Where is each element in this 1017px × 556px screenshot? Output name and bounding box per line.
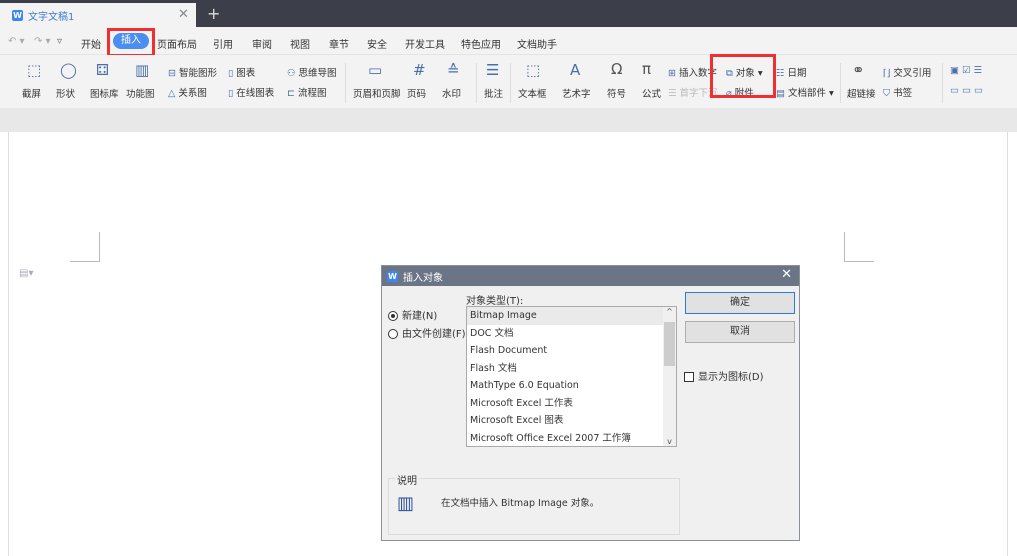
new-tab-icon[interactable]: + (207, 4, 220, 23)
close-tab-icon[interactable]: ✕ (178, 7, 189, 22)
radio-new[interactable]: 新建(N) (388, 307, 437, 322)
comment-icon: ☰ (486, 61, 500, 79)
dialog-title: 插入对象 (403, 272, 443, 284)
radio-from-file[interactable]: 由文件创建(F) (388, 325, 466, 340)
menu-special[interactable]: 特色应用 (461, 36, 501, 51)
list-item[interactable]: DOC 文档 (467, 325, 663, 343)
wordart-icon: A (570, 61, 581, 79)
function-chart-icon: ▥ (135, 61, 150, 79)
page-corner-right (844, 232, 874, 262)
paragraph-icon[interactable]: ▤▾ (19, 268, 33, 279)
screenshot-button[interactable]: 截屏 (22, 86, 41, 100)
hyperlink-icon: ⚭ (852, 61, 865, 79)
header-footer-icon: ▭ (368, 61, 383, 79)
list-item[interactable]: Microsoft Office Excel 2007 工作簿 (467, 430, 663, 447)
list-item[interactable]: Flash 文档 (467, 360, 663, 378)
icon-lib-button[interactable]: 图标库 (90, 86, 119, 100)
online-chart-button[interactable]: ▯ 在线图表 (228, 85, 274, 99)
object-type-label: 对象类型(T): (466, 296, 524, 307)
menu-view[interactable]: 视图 (290, 36, 310, 51)
list-item[interactable]: Microsoft Excel 图表 (467, 412, 663, 430)
description-title: 说明 (395, 472, 419, 487)
insert-object-dialog: W 插入对象 ✕ 新建(N) 由文件创建(F) 对象类型(T): Bitmap I… (381, 265, 800, 541)
list-item[interactable]: MathType 6.0 Equation (467, 377, 663, 395)
screenshot-icon: ⬚ (27, 61, 42, 79)
mindmap-button[interactable]: ⚇ 思维导图 (287, 65, 337, 79)
cross-ref-button[interactable]: ⌈⌋ 交叉引用 (883, 65, 931, 79)
watermark-icon: ≙ (447, 61, 460, 79)
menu-security[interactable]: 安全 (367, 36, 387, 51)
ok-button[interactable]: 确定 (685, 292, 795, 314)
highlight-box-insert (107, 28, 155, 57)
watermark-button[interactable]: 水印 (442, 86, 461, 100)
wordart-button[interactable]: 艺术字 (562, 86, 591, 100)
page-number-icon: # (413, 61, 426, 79)
quick-access-dropdown-icon[interactable]: ▿ (57, 36, 62, 47)
menu-reference[interactable]: 引用 (213, 36, 233, 51)
tab-bar: W 文字文稿1 ✕ + (0, 0, 1017, 27)
doc-tab-title: 文字文稿1 (28, 11, 75, 23)
form-controls-icon[interactable]: ▣ ☑ ☰ (950, 65, 982, 76)
dialog-titlebar: W 插入对象 ✕ (382, 266, 799, 286)
chart-button[interactable]: ▯ 图表 (228, 65, 255, 79)
hyperlink-button[interactable]: 超链接 (847, 86, 876, 100)
header-footer-button[interactable]: 页眉和页脚 (353, 86, 401, 100)
list-scrollbar[interactable]: ^ v (663, 307, 676, 446)
menu-chapter[interactable]: 章节 (329, 36, 349, 51)
description-text: 在文档中插入 Bitmap Image 对象。 (441, 498, 600, 509)
symbol-button[interactable]: 符号 (607, 86, 626, 100)
menu-doc-assistant[interactable]: 文档助手 (517, 36, 557, 51)
shape-button[interactable]: 形状 (56, 86, 75, 100)
shape-icon: ◯ (60, 61, 77, 79)
menu-start[interactable]: 开始 (81, 36, 101, 51)
undo-icon[interactable]: ↶ ▾ (8, 36, 25, 47)
menu-review[interactable]: 审阅 (252, 36, 272, 51)
symbol-icon: Ω (611, 60, 623, 78)
doc-parts-button[interactable]: ▤ 文档部件 ▾ (776, 85, 834, 99)
relation-button[interactable]: △ 关系图 (168, 85, 207, 99)
redo-icon[interactable]: ↷ ▾ (34, 36, 51, 47)
cancel-button[interactable]: 取消 (685, 321, 795, 343)
wps-logo-icon: W (387, 270, 398, 282)
function-chart-button[interactable]: 功能图 (126, 86, 155, 100)
list-item[interactable]: Bitmap Image (467, 307, 663, 325)
page-corner-left (70, 232, 100, 262)
textbox-button[interactable]: 文本框 (518, 86, 547, 100)
document-tab[interactable]: W 文字文稿1 (0, 3, 196, 27)
list-item[interactable]: Microsoft Excel 工作表 (467, 395, 663, 413)
bookmark-button[interactable]: ⛉ 书签 (883, 85, 912, 99)
formula-icon: π (642, 60, 652, 78)
highlight-box-object (710, 54, 776, 98)
object-type-list[interactable]: Bitmap Image DOC 文档 Flash Document Flash… (466, 306, 677, 447)
formula-button[interactable]: 公式 (642, 86, 661, 100)
layout-controls-icon[interactable]: ▭ ▭ ▭ (950, 85, 983, 96)
page-number-button[interactable]: 页码 (407, 86, 426, 100)
icon-lib-icon: ⚃ (96, 61, 110, 79)
ribbon: ⬚ 截屏 ◯ 形状 ⚃ 图标库 ▥ 功能图 ⊟ 智能图形 ▯ 图表 ⚇ 思维导图 △ 关… (0, 55, 1017, 108)
flowchart-button[interactable]: ⊏ 流程图 (287, 85, 326, 99)
menu-page-layout[interactable]: 页面布局 (157, 36, 197, 51)
date-button[interactable]: ☷ 日期 (776, 65, 807, 79)
comment-button[interactable]: 批注 (484, 86, 503, 100)
smart-graphic-button[interactable]: ⊟ 智能图形 (168, 65, 217, 79)
show-as-icon-checkbox[interactable]: 显示为图标(D) (684, 368, 764, 383)
textbox-icon: ⬚ (526, 61, 541, 79)
close-icon[interactable]: ✕ (781, 267, 792, 282)
ruler-strip (0, 108, 1017, 132)
list-item[interactable]: Flash Document (467, 342, 663, 360)
bitmap-image-icon: ▥ (397, 493, 415, 514)
menu-dev-tools[interactable]: 开发工具 (405, 36, 445, 51)
wps-logo-icon: W (12, 9, 23, 21)
description-group: 说明 ▥ 在文档中插入 Bitmap Image 对象。 (388, 472, 680, 535)
